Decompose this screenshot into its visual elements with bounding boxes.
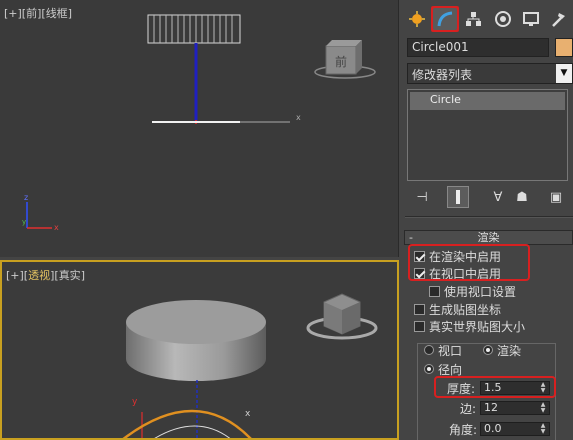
stack-item-circle[interactable]: Circle: [410, 92, 565, 110]
perspective-viewport[interactable]: [+][透视][真实] y x: [0, 260, 399, 440]
make-unique-button[interactable]: ∀: [487, 186, 509, 208]
annotation-highlight-thickness: [434, 376, 556, 398]
annotation-highlight-checkboxes: [408, 244, 530, 281]
pin-icon: ⊣: [416, 189, 428, 205]
perspective-axes: y x: [122, 380, 252, 438]
configure-sets-button[interactable]: ▣: [545, 186, 567, 208]
make-unique-icon: ∀: [493, 189, 503, 205]
annotation-highlight-modify-tab: [431, 6, 459, 32]
checkbox-label: 生成贴图坐标: [429, 302, 502, 317]
svg-text:x: x: [296, 113, 301, 122]
angle-row: 角度:: [449, 421, 477, 437]
svg-text:y: y: [22, 218, 26, 226]
tab-display[interactable]: [517, 6, 545, 32]
rollout-title: 渲染: [477, 231, 500, 244]
checkbox-unchecked[interactable]: [414, 303, 425, 315]
checkbox-label: 真实世界贴图大小: [429, 319, 526, 334]
tab-utilities[interactable]: [545, 6, 573, 32]
checkbox-unchecked[interactable]: [429, 285, 440, 297]
trash-icon: ☗: [516, 189, 528, 205]
perspective-viewport-scene: y x: [122, 293, 378, 438]
radio-off[interactable]: [424, 345, 434, 355]
radio-radial[interactable]: 径向: [424, 361, 462, 377]
viewcube[interactable]: [306, 293, 378, 340]
panel-divider: [405, 216, 573, 218]
command-panel-tabs: [400, 4, 573, 34]
end-result-icon: [456, 190, 460, 204]
front-viewport-scene: x 前 z x y: [22, 14, 376, 232]
radio-on[interactable]: [424, 364, 434, 374]
axis-tripod: z x y: [22, 193, 59, 232]
modifier-stack[interactable]: Circle: [407, 89, 568, 181]
sides-value[interactable]: 12: [484, 401, 498, 414]
radio-on[interactable]: [483, 345, 493, 355]
svg-text:y: y: [132, 397, 138, 407]
generate-mapping-checkbox[interactable]: 生成贴图坐标: [414, 301, 501, 317]
cylinder-wireframe: [147, 14, 241, 44]
radio-viewport[interactable]: 视口: [424, 342, 462, 358]
sides-label: 边:: [460, 401, 477, 416]
dropdown-arrow-icon: ▼: [556, 64, 572, 83]
real-world-map-size-checkbox[interactable]: 真实世界贴图大小: [414, 318, 525, 334]
checkbox-label: 使用视口设置: [444, 284, 517, 299]
viewcube-face-label: 前: [335, 54, 347, 69]
remove-modifier-button[interactable]: ☗: [511, 186, 533, 208]
angle-spinner[interactable]: 0.0 ▲ ▼: [480, 422, 550, 436]
rollout-rendering-header[interactable]: - 渲染: [404, 230, 573, 245]
stack-toolbar: ⊣ ∀ ☗ ▣: [407, 184, 573, 210]
radio-render[interactable]: 渲染: [483, 342, 521, 358]
cylinder-object[interactable]: [126, 300, 266, 381]
collapse-icon: -: [409, 231, 413, 244]
front-viewport[interactable]: [+][前][线框] x 前 z x y: [0, 0, 399, 257]
3dsmax-window: [+][前][线框] x 前 z x y [+][透视][真实] y x Cir…: [0, 0, 573, 440]
svg-text:x: x: [54, 223, 59, 232]
tab-motion[interactable]: [489, 6, 517, 32]
pin-stack-button[interactable]: ⊣: [411, 186, 433, 208]
angle-value[interactable]: 0.0: [484, 422, 502, 435]
spinner-arrows-icon[interactable]: ▲ ▼: [537, 402, 549, 414]
object-color-swatch[interactable]: [555, 38, 573, 57]
radio-label: 径向: [438, 362, 463, 377]
show-end-result-button[interactable]: [447, 186, 469, 208]
modifier-list-label: 修改器列表: [412, 68, 473, 82]
motion-icon: [495, 11, 511, 27]
viewcube[interactable]: 前: [314, 40, 376, 79]
utilities-hammer-icon: [552, 13, 565, 27]
angle-label: 角度:: [449, 422, 478, 437]
use-viewport-settings-checkbox[interactable]: 使用视口设置: [429, 283, 516, 299]
sides-spinner[interactable]: 12 ▲ ▼: [480, 401, 550, 415]
svg-text:x: x: [245, 409, 251, 419]
checkbox-unchecked[interactable]: [414, 320, 425, 332]
sides-row: 边:: [460, 400, 476, 416]
svg-text:z: z: [24, 193, 28, 202]
radio-label: 渲染: [497, 343, 522, 358]
tab-hierarchy[interactable]: [459, 6, 487, 32]
object-name-field[interactable]: Circle001: [407, 38, 549, 57]
display-monitor-icon: [523, 12, 539, 26]
create-star-icon: [409, 11, 425, 27]
tab-create[interactable]: [403, 6, 431, 32]
modifier-list-dropdown[interactable]: 修改器列表 ▼: [407, 63, 573, 84]
configure-icon: ▣: [549, 189, 563, 205]
radio-label: 视口: [438, 343, 463, 358]
spinner-arrows-icon[interactable]: ▲ ▼: [537, 423, 549, 435]
hierarchy-icon: [466, 12, 481, 26]
